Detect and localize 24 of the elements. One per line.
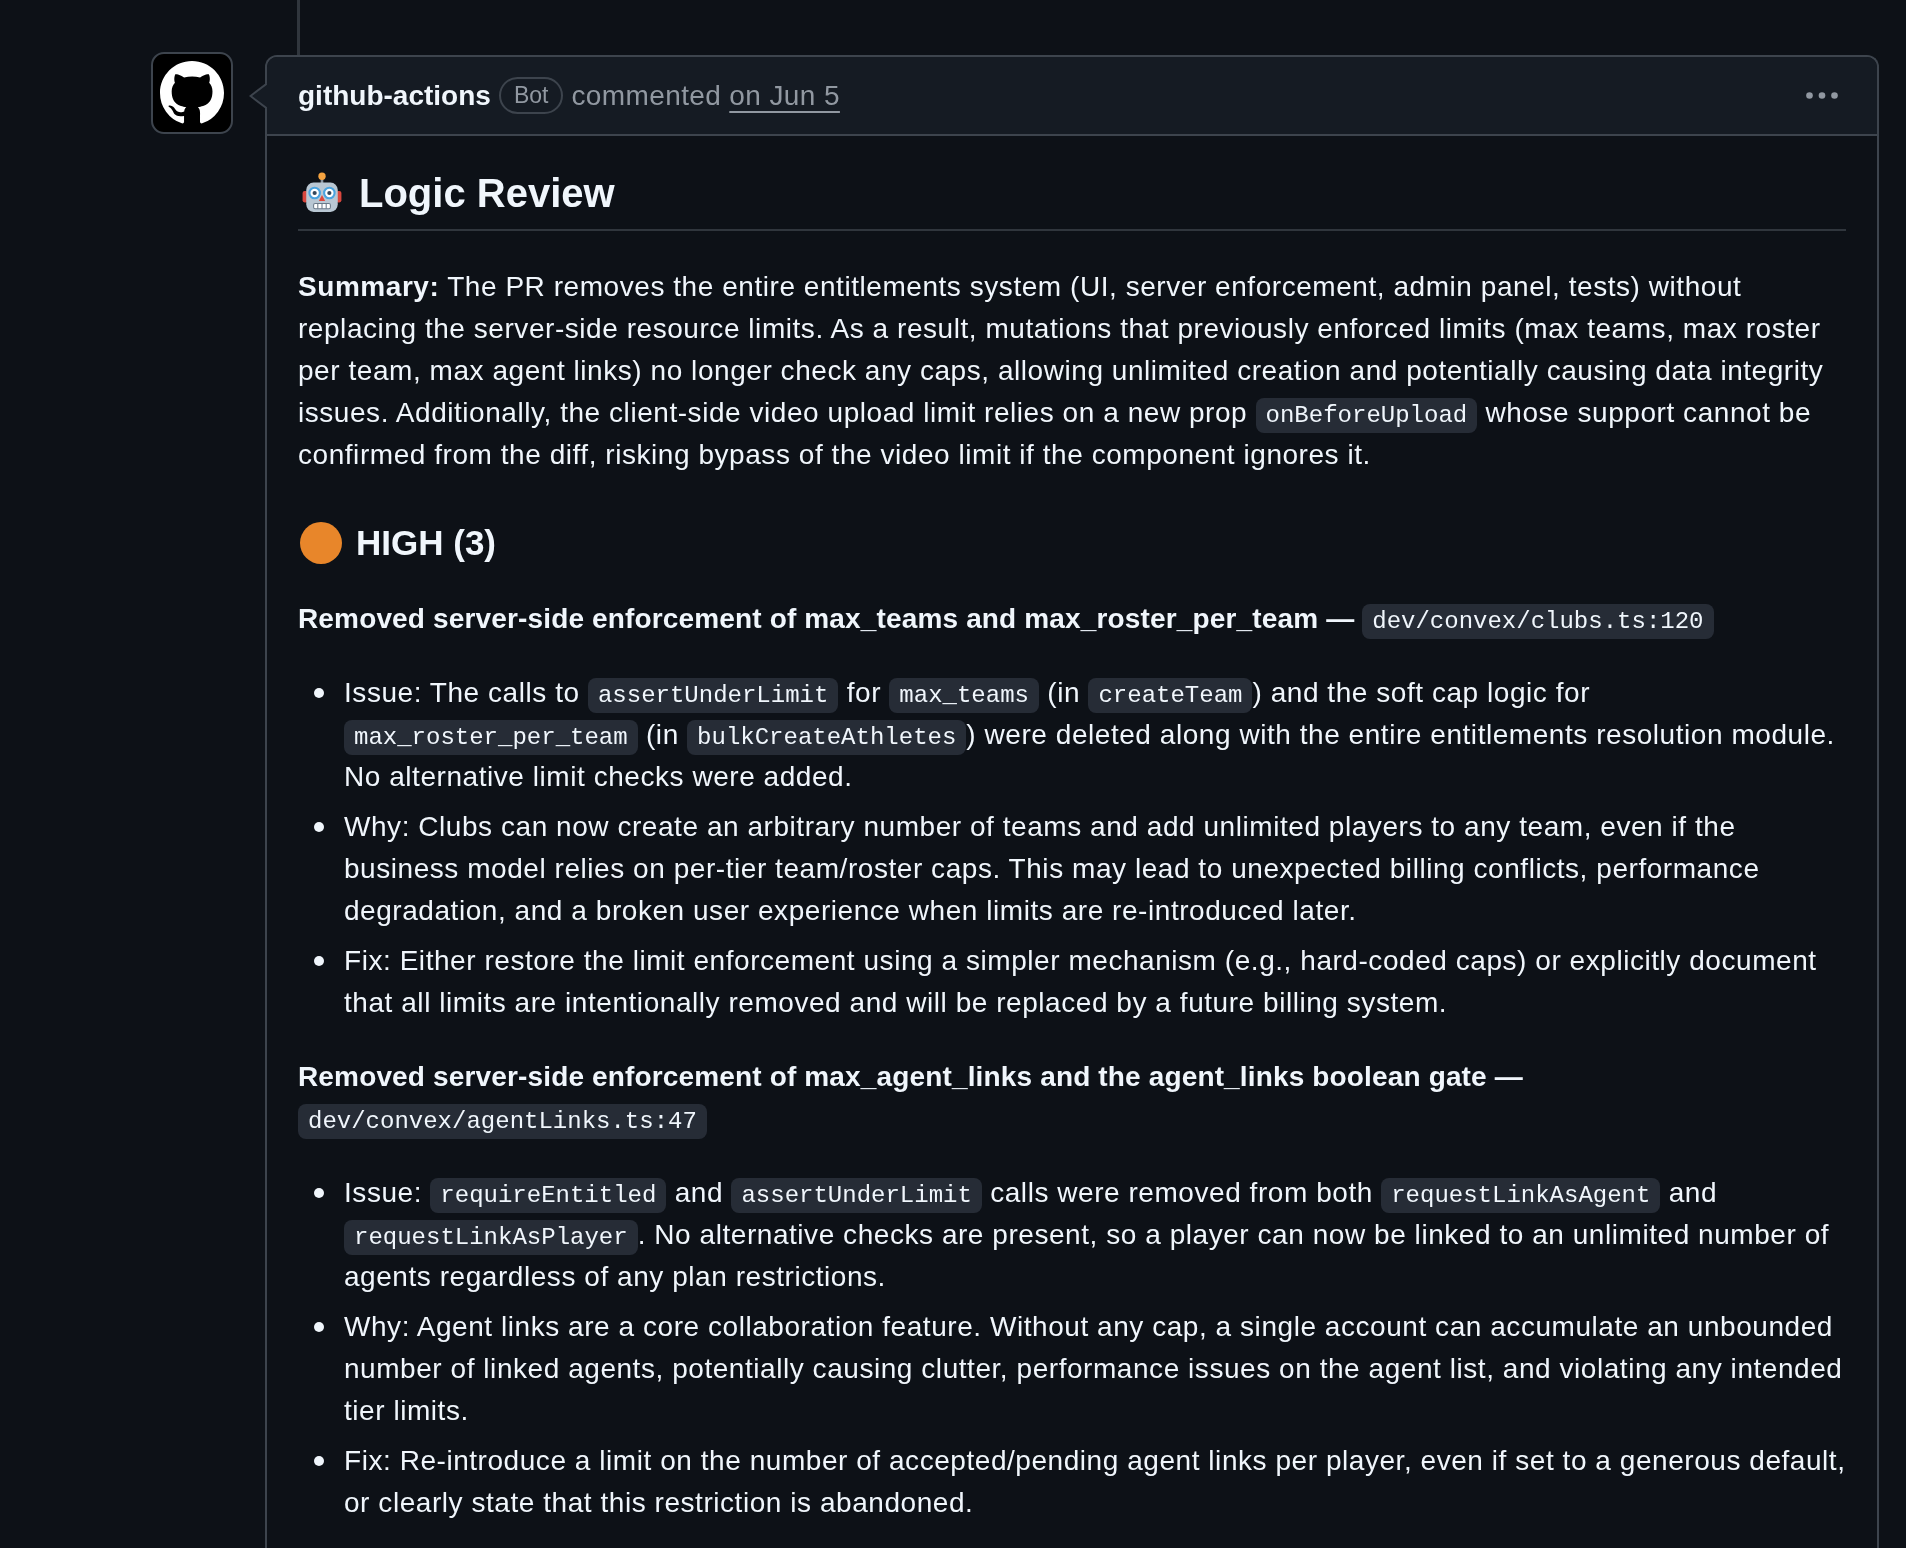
bullet-icon [314, 822, 324, 832]
bullet-text: Fix: Re-introduce a limit on the number of accepted/pending agent links per player, even if set to a generous default, or clearly state that this restriction is abandoned. [344, 1444, 1846, 1520]
summary-text: Summary: The PR removes the entire entitlements system (UI, server enforcement, admin panel, tests) without replacing the server-side resource limits. As a result, mutations that previously enforced limits (max teams, max roster per team, max agent links) no longer check any caps, allowing unlimited creation and potentially causing data integrity issues. Additionally, the client-side video upload limit relies on a new prop onBeforeUpload whose support cannot be confirmed from the diff, risking bypass of the video limit if the component ignores it. [298, 270, 1825, 472]
avatar-icon[interactable] [151, 52, 233, 134]
finding-title: Removed server-side enforcement of max_agent_links and the agent_links boolean gate — dev/convex/agentLinks.ts:47 [298, 1056, 1846, 1140]
bullet-text: Issue: The calls to assertUnderLimit for max_teams (in createTeam ) and the soft cap logic for max_roster_per_team (in bulkCreateAthletes ) were deleted along with the entire entitlements resolution module. No alternative limit checks were added. [344, 676, 1836, 794]
bullet-icon [314, 1456, 324, 1466]
action-text: commented [571, 79, 722, 112]
bullet-text: Issue: requireEntitled and assertUnderLimit calls were removed from both requestLinkAsAgent and requestLinkAsPlayer . No alternative checks are present, so a player can now be linked to an unlimited number of agents regardless of any plan restrictions. [344, 1176, 1831, 1294]
bullet-icon [314, 1188, 324, 1198]
bullet-icon [314, 1322, 324, 1332]
bot-label: Bot [498, 77, 564, 114]
severity-heading: HIGH (3) [356, 523, 496, 563]
author-link[interactable]: github-actions [298, 79, 491, 112]
kebab-menu-icon[interactable] [1806, 92, 1838, 99]
review-title: Logic Review [359, 170, 615, 216]
date-link[interactable]: on Jun 5 [729, 79, 840, 112]
bullet-icon [314, 688, 324, 698]
bullet-text: Why: Clubs can now create an arbitrary number of teams and add unlimited players to any team, even if the business model relies on per-tier team/roster caps. This may lead to unexpected billing conflicts, performance degradation, and a broken user experience when limits are re-introduced later. [344, 810, 1761, 928]
finding-title: Removed server-side enforcement of max_teams and max_roster_per_team — dev/convex/clubs.ts:120 [298, 598, 1846, 640]
robot-icon [301, 172, 343, 214]
bullet-text: Why: Agent links are a core collaboration feature. Without any cap, a single account can accumulate an unbounded number of linked agents, potentially causing clutter, performance issues on the agent list, and violating any intended tier limits. [344, 1310, 1844, 1428]
bullet-icon [314, 956, 324, 966]
bullet-text: Fix: Either restore the limit enforcement using a simpler mechanism (e.g., hard-coded caps) or explicitly document that all limits are intentionally removed and will be replaced by a future billing system. [344, 944, 1818, 1020]
